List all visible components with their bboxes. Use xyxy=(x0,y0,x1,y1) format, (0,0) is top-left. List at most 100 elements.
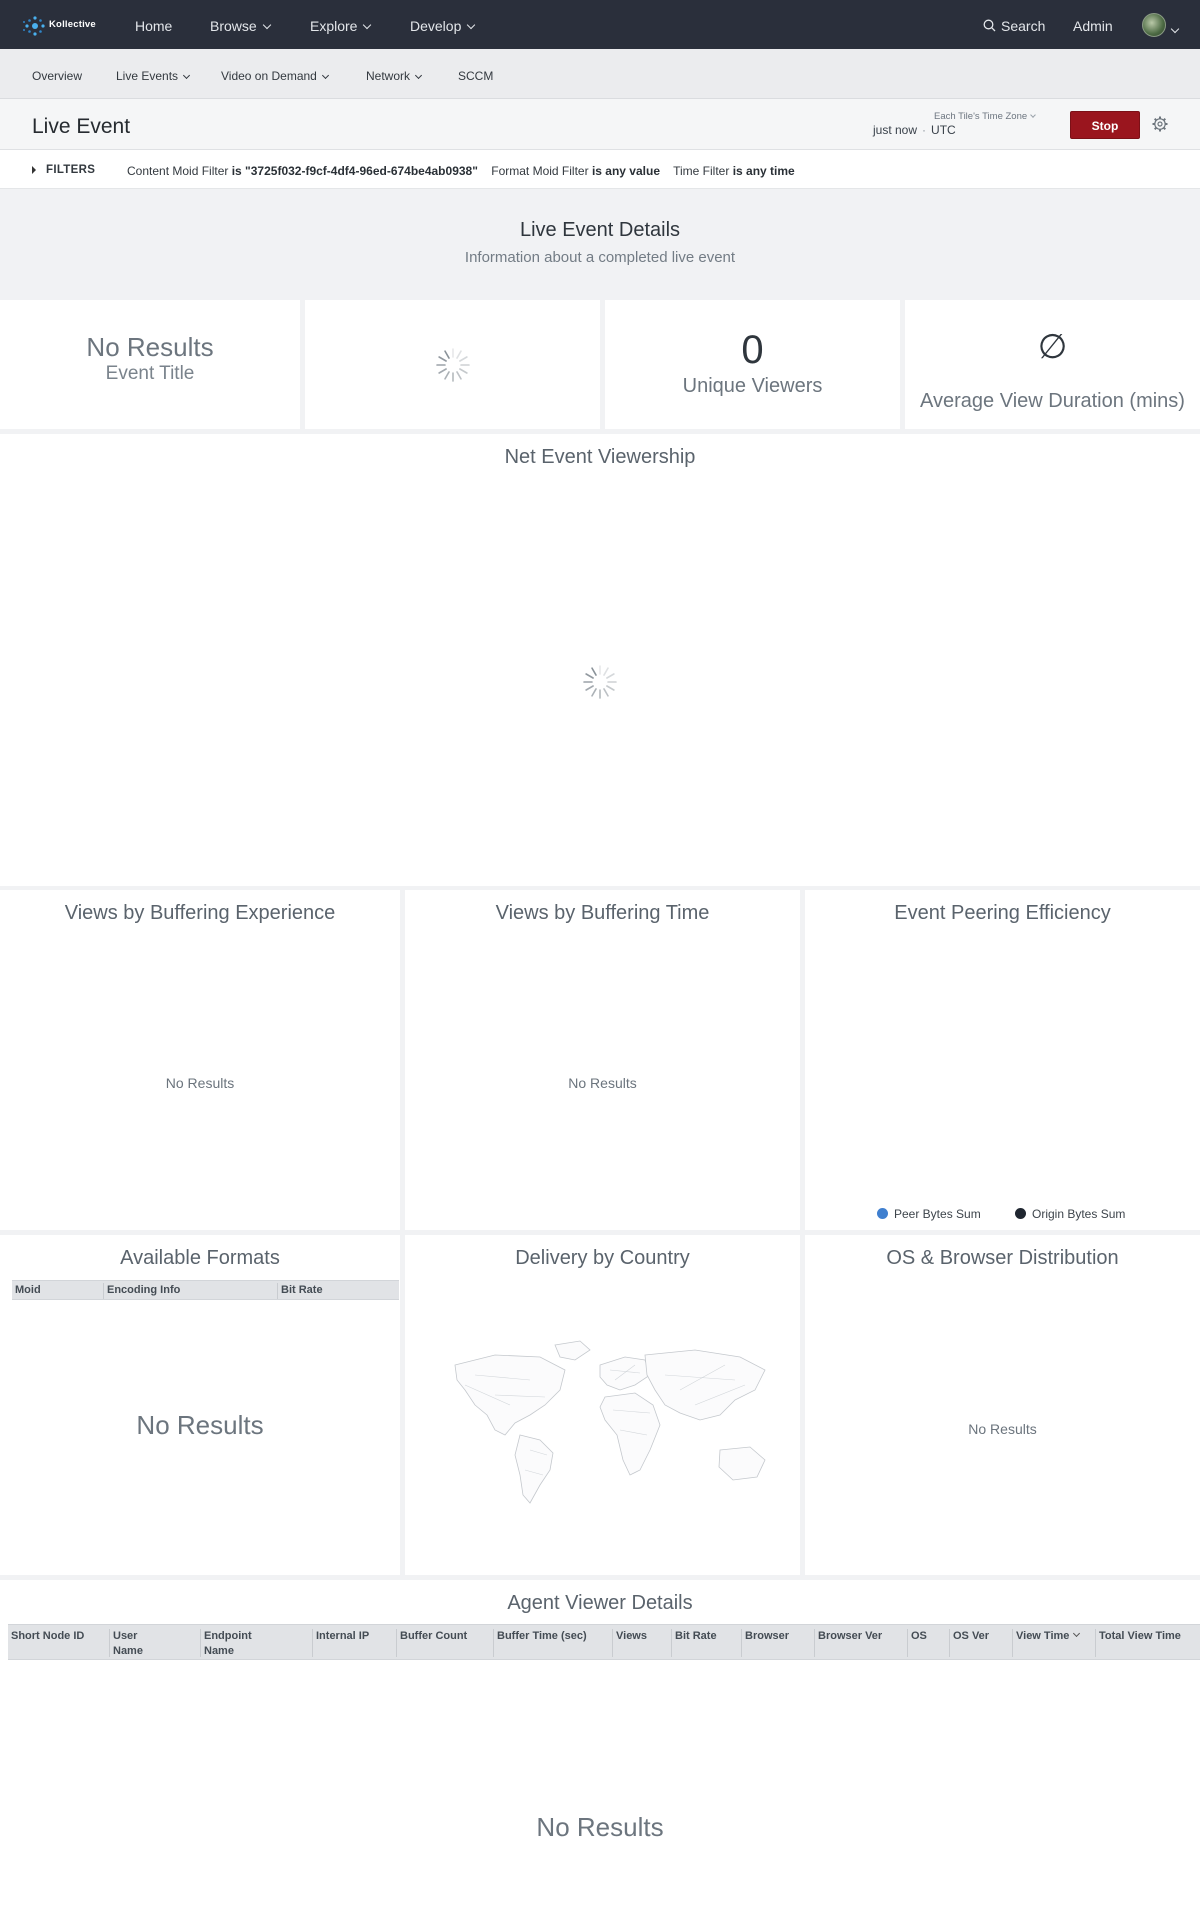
col-user-name[interactable]: User Name xyxy=(109,1629,200,1657)
avg-view-duration-value: ∅ xyxy=(1037,328,1068,366)
expand-triangle-icon[interactable] xyxy=(32,166,36,174)
tile-views-by-buffering-time: Views by Buffering Time No Results xyxy=(405,890,800,1230)
col-encoding-info[interactable]: Encoding Info xyxy=(103,1283,180,1299)
event-title-label: Event Title xyxy=(105,363,195,384)
legend-origin-bytes[interactable]: Origin Bytes Sum xyxy=(1015,1207,1125,1221)
subnav-network[interactable]: Network xyxy=(366,69,423,83)
agents-table-header: Short Node ID User Name Endpoint Name In… xyxy=(8,1624,1200,1660)
filter-format-moid-name: Format Moid Filter xyxy=(491,164,589,178)
formats-title: Available Formats xyxy=(120,1247,280,1269)
col-buffer-time[interactable]: Buffer Time (sec) xyxy=(493,1629,612,1657)
col-os-ver[interactable]: OS Ver xyxy=(949,1629,1012,1657)
filters-bar[interactable]: FILTERS Content Moid Filter is "3725f032… xyxy=(0,150,1200,189)
subnav-sccm-label: SCCM xyxy=(458,69,494,83)
unique-viewers-value: 0 xyxy=(741,328,764,372)
chevron-down-icon xyxy=(183,71,191,80)
avg-view-duration-label: Average View Duration (mins) xyxy=(920,390,1185,412)
col-total-view-time[interactable]: Total View Time xyxy=(1095,1629,1200,1657)
tile-os-browser-distribution: OS & Browser Distribution No Results xyxy=(805,1235,1200,1575)
col-buffer-count[interactable]: Buffer Count xyxy=(396,1629,493,1657)
timezone-selector[interactable]: Each Tile's Time Zone xyxy=(934,111,1037,122)
loading-spinner-icon xyxy=(436,348,470,382)
stop-button[interactable]: Stop xyxy=(1070,111,1140,139)
filter-format-moid-value: is any value xyxy=(591,164,660,178)
filters-title[interactable]: FILTERS xyxy=(46,164,95,176)
spinner-ray xyxy=(585,673,594,679)
subnav-sccm[interactable]: SCCM xyxy=(458,69,493,83)
col-moid[interactable]: Moid xyxy=(12,1283,41,1299)
legend-origin-bytes-label: Origin Bytes Sum xyxy=(1032,1207,1126,1221)
filter-time-value: is any time xyxy=(732,164,795,178)
agents-empty: No Results xyxy=(536,1812,664,1842)
buffering-time-empty: No Results xyxy=(568,1075,637,1091)
map-australia xyxy=(718,1446,766,1481)
search-label: Search xyxy=(1001,18,1046,34)
col-short-node-id[interactable]: Short Node ID xyxy=(8,1629,109,1657)
formats-empty: No Results xyxy=(136,1410,264,1440)
col-browser-ver[interactable]: Browser Ver xyxy=(814,1629,907,1657)
nav-develop[interactable]: Develop xyxy=(410,18,476,34)
col-internal-ip[interactable]: Internal IP xyxy=(312,1629,396,1657)
chevron-down-icon xyxy=(414,71,423,80)
details-title: Live Event Details xyxy=(519,219,681,241)
col-view-time-label: View Time xyxy=(1016,1630,1070,1642)
tile-avg-view-duration: ∅ Average View Duration (mins) xyxy=(905,300,1200,429)
legend-swatch xyxy=(877,1208,888,1219)
kollective-logo-icon xyxy=(23,16,45,36)
search-button[interactable]: Search xyxy=(983,18,1045,34)
gear-icon[interactable] xyxy=(1152,116,1168,132)
spinner-ray xyxy=(444,371,450,380)
sub-nav-bar: Overview Live Events Video on Demand Net… xyxy=(0,49,1200,99)
spinner-ray xyxy=(603,688,609,697)
tile-available-formats: Available Formats Moid Encoding Info Bit… xyxy=(0,1235,400,1575)
col-view-time[interactable]: View Time xyxy=(1012,1629,1095,1657)
page-title: Live Event xyxy=(32,115,131,138)
chevron-down-icon xyxy=(321,71,329,80)
subnav-live-events-label: Live Events xyxy=(116,69,179,83)
legend-swatch xyxy=(1015,1208,1026,1219)
tile-delivery-by-country: Delivery by Country xyxy=(405,1235,800,1575)
spinner-ray xyxy=(585,685,594,691)
map-europe xyxy=(599,1356,651,1391)
col-os[interactable]: OS xyxy=(907,1629,949,1657)
user-avatar[interactable] xyxy=(1142,13,1166,37)
legend-peer-bytes[interactable]: Peer Bytes Sum xyxy=(877,1207,981,1221)
brand-logo[interactable]: Kollective xyxy=(22,10,102,40)
spinner-ray xyxy=(591,667,597,676)
nav-admin[interactable]: Admin xyxy=(1073,18,1113,34)
map-asia xyxy=(644,1349,766,1421)
search-icon xyxy=(983,19,996,32)
world-map[interactable] xyxy=(435,1335,780,1515)
nav-home[interactable]: Home xyxy=(135,18,172,34)
col-views[interactable]: Views xyxy=(612,1629,671,1657)
col-bit-rate[interactable]: Bit Rate xyxy=(671,1629,741,1657)
buffering-experience-title: Views by Buffering Experience xyxy=(64,902,336,924)
tile-event-peering-efficiency: Event Peering Efficiency Peer Bytes Sum … xyxy=(805,890,1200,1230)
spinner-ray xyxy=(459,356,468,362)
buffering-time-title: Views by Buffering Time xyxy=(495,902,710,924)
col-endpoint-name[interactable]: Endpoint Name xyxy=(200,1629,312,1657)
country-title: Delivery by Country xyxy=(515,1247,690,1269)
map-greenland xyxy=(554,1340,591,1361)
map-south-america xyxy=(514,1434,554,1504)
filters-summary: Content Moid Filter is "3725f032-f9cf-4d… xyxy=(127,164,795,178)
nav-browse[interactable]: Browse xyxy=(210,18,271,34)
legend-peer-bytes-label: Peer Bytes Sum xyxy=(894,1207,981,1221)
timezone-selector-label: Each Tile's Time Zone xyxy=(934,111,1028,122)
unique-viewers-label: Unique Viewers xyxy=(682,375,823,397)
spinner-ray xyxy=(444,350,450,359)
map-africa xyxy=(599,1392,661,1476)
details-subtitle: Information about a completed live event xyxy=(464,249,736,266)
user-menu-chevron[interactable] xyxy=(1170,22,1180,40)
subnav-vod-label: Video on Demand xyxy=(221,69,317,83)
nav-browse-label: Browse xyxy=(210,18,257,34)
col-bit-rate[interactable]: Bit Rate xyxy=(277,1283,323,1299)
tile-agent-viewer-details: Agent Viewer Details Short Node ID User … xyxy=(0,1580,1200,1905)
subnav-overview[interactable]: Overview xyxy=(32,69,82,83)
subnav-live-events[interactable]: Live Events xyxy=(116,69,191,83)
col-browser[interactable]: Browser xyxy=(741,1629,814,1657)
nav-explore[interactable]: Explore xyxy=(310,18,372,34)
subnav-video-on-demand[interactable]: Video on Demand xyxy=(221,69,329,83)
buffering-experience-empty: No Results xyxy=(165,1075,235,1091)
filter-content-moid-value: is "3725f032-f9cf-4df4-96ed-674be4ab0938… xyxy=(231,164,478,178)
